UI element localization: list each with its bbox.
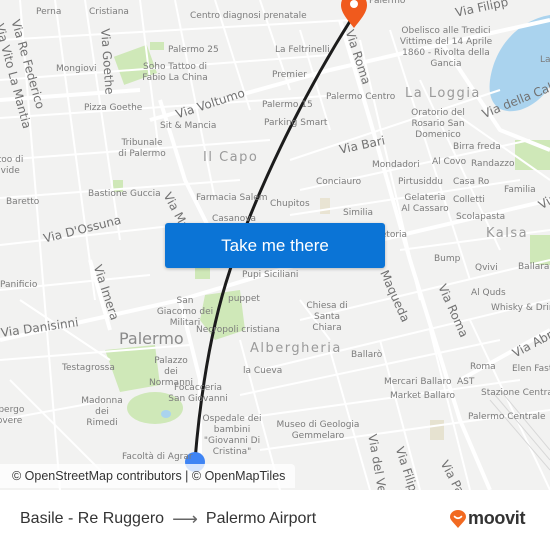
poi-label: Premier [272, 70, 307, 80]
park [320, 198, 330, 214]
poi-label: Palermo 25 [168, 45, 219, 55]
moovit-logo[interactable]: moovit [450, 508, 526, 529]
poi-label: Similia [343, 208, 373, 218]
poi-label: Scolapasta [456, 212, 506, 222]
destination-pin-icon[interactable] [341, 0, 367, 28]
poi-label: Al Quds [471, 288, 506, 298]
poi-label: Birra freda [453, 142, 501, 152]
destination-name: Palermo Airport [205, 510, 317, 527]
poi-label: la Cueva [243, 366, 283, 376]
poi-label: Necropoli cristiana [196, 325, 280, 335]
poi-label: Testagrossa [62, 363, 115, 373]
district-label: Kalsa [486, 226, 529, 241]
poi-label: Qvivi [475, 263, 498, 273]
pond [161, 410, 171, 418]
rail-lines [489, 389, 550, 471]
poi-label: Market Ballaro [390, 391, 456, 401]
poi-label: Mercari Ballaro [384, 377, 452, 387]
origin-name: Basile - Re Ruggero [20, 510, 165, 527]
poi-label: Colletti [453, 195, 485, 205]
poi-label: Chupitos [270, 199, 310, 209]
map-attribution[interactable]: © OpenStreetMap contributors | © OpenMap… [0, 464, 296, 488]
poi-label: Whisky & Drink [491, 303, 550, 313]
moovit-pin-icon [450, 509, 466, 528]
poi-label: Mondadori [372, 160, 420, 170]
poi-label: Palermo Centro [326, 92, 396, 102]
poi-label: Gelateria Al Cassaro [401, 193, 449, 214]
poi-label: Panificio [0, 280, 38, 290]
poi-label: Randazzo [471, 159, 515, 169]
poi-label: Pupi Siciliani [242, 270, 299, 280]
arrow-right-icon: ⟶ [172, 509, 198, 529]
district-label: Albergheria [250, 341, 342, 356]
poi-label: Cristiana [89, 7, 129, 17]
poi-label: Elen Fast [512, 364, 550, 374]
park [430, 420, 444, 440]
poi-label: Stazione Centrale [481, 388, 550, 398]
poi-label: Facoltà di Agrar [122, 452, 193, 462]
poi-label: Tribunale di Palermo [118, 138, 166, 159]
poi-line: Centro diagnosi prenatale [190, 11, 307, 21]
poi-label: Mongiovi [56, 64, 97, 74]
poi-label: Roma [470, 362, 496, 372]
take-me-there-button[interactable]: Take me there [165, 223, 385, 268]
poi-label: Tattoo di Davide [0, 155, 24, 176]
poi-label: La Feltrinelli [275, 45, 330, 55]
poi-label: Ospedale dei bambini "Giovanni Di Cristi… [202, 414, 262, 457]
poi-label: Familia [504, 185, 536, 195]
poi-label: Chiesa di Santa Chiara [306, 301, 348, 333]
poi-label: Bump [434, 254, 461, 264]
poi-label: Madonna dei Rimedi [81, 396, 123, 428]
route-summary: Basile - Re Ruggero ⟶ Palermo Airport [20, 510, 316, 528]
poi-label: Pizza Goethe [84, 103, 143, 113]
poi-label: Soho Tattoo di Fabio La China [142, 62, 208, 83]
poi-label: AST [457, 377, 475, 387]
poi-label: Parking Smart [264, 118, 328, 128]
poi-label: Palermo [369, 0, 406, 6]
poi-label: La [540, 55, 550, 65]
poi-label: Farmacia Salem [196, 193, 268, 203]
poi-label: Ballarak [518, 262, 550, 272]
poi-label: Sit & Mancia [160, 121, 217, 131]
poi-label: Perna [36, 7, 62, 17]
poi-label: Casa Ro [453, 177, 490, 187]
poi-label: Palermo Centrale [468, 412, 546, 422]
poi-label: Focacceria San Giovanni [168, 383, 228, 404]
poi-label: Obelisco alle Tredici Vittime del 14 Apr… [399, 26, 493, 69]
poi-label: Al Covo [432, 157, 467, 167]
poi-label: Centro diagnosi prenatale [190, 11, 307, 22]
route-footer: Basile - Re Ruggero ⟶ Palermo Airport mo… [0, 490, 550, 550]
poi-label: Bastione Guccia [88, 189, 161, 199]
poi-label: Pirtusiddu [398, 177, 443, 187]
poi-label: puppet [228, 294, 260, 304]
poi-label: Albergo Povere [0, 405, 25, 426]
moovit-wordmark: moovit [468, 508, 526, 528]
district-label: La Loggia [405, 86, 481, 101]
poi-label: Ballarò [351, 350, 383, 360]
poi-label: Museo di Geologia Gemmelaro [276, 420, 360, 441]
map-view[interactable]: Via Re Federico Via Vito La Mantia Via G… [0, 0, 550, 490]
city-label: Palermo [119, 329, 184, 348]
poi-label: Conciauro [316, 177, 362, 187]
poi-label: Baretto [6, 197, 40, 207]
park [150, 42, 164, 50]
poi-label: Palermo 15 [262, 100, 313, 110]
district-label: Il Capo [203, 150, 259, 165]
poi-label: Oratorio del Rosario San Domenico [411, 108, 465, 140]
